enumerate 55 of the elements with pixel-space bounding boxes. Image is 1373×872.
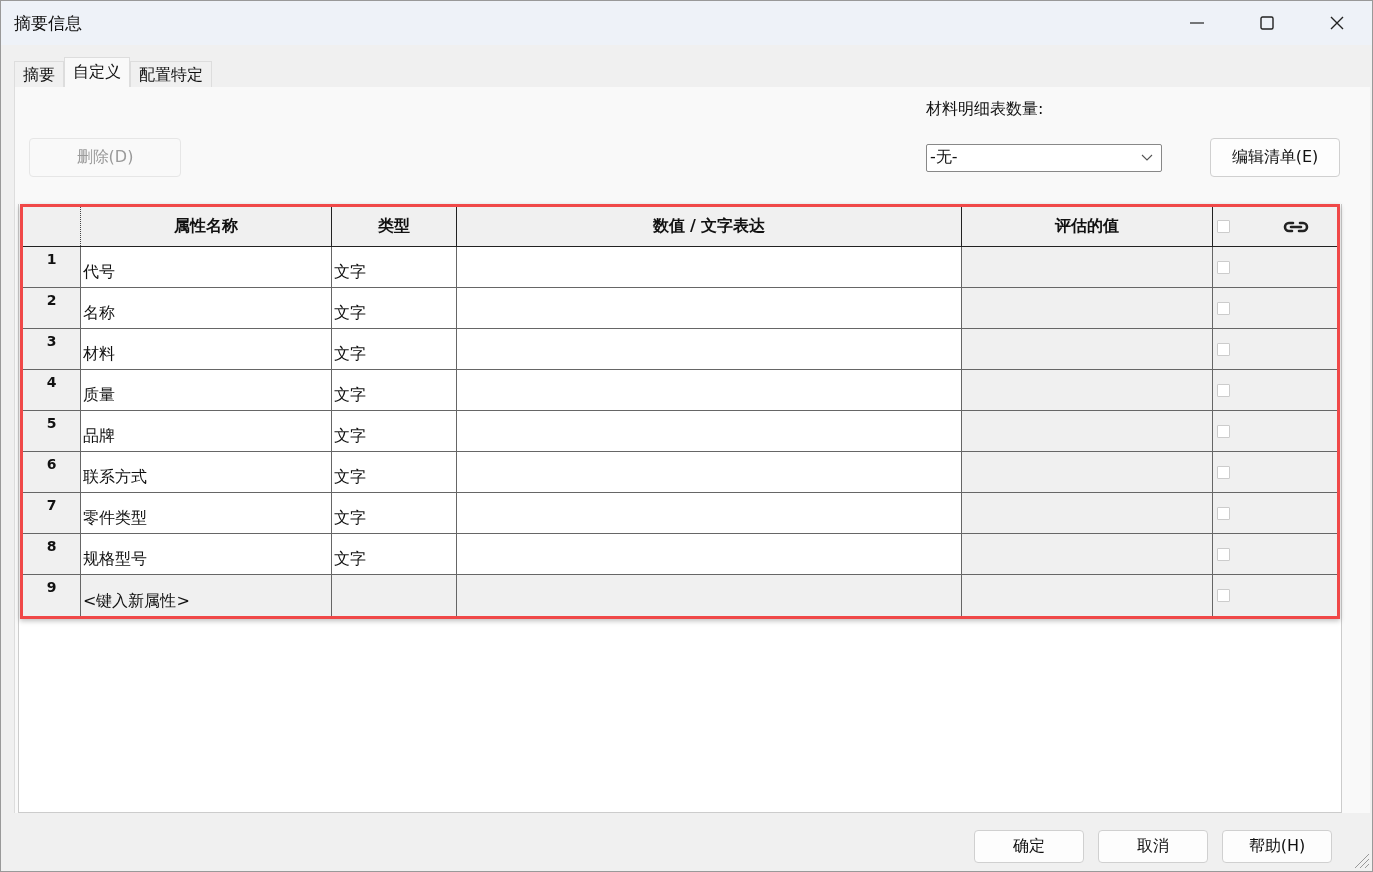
checkbox[interactable] bbox=[1217, 589, 1230, 602]
checkbox[interactable] bbox=[1217, 301, 1230, 315]
tab[interactable]: 摘要 bbox=[14, 61, 64, 87]
table-cell[interactable]: 文字 bbox=[332, 534, 457, 574]
table-cell[interactable]: 文字 bbox=[332, 288, 457, 328]
table-cell[interactable]: 文字 bbox=[332, 247, 457, 287]
row-number: 3 bbox=[23, 329, 81, 369]
checkbox[interactable] bbox=[1217, 424, 1230, 438]
table-cell[interactable]: 零件类型 bbox=[81, 493, 332, 533]
table-cell[interactable]: <键入新属性> bbox=[81, 575, 332, 616]
table-cell[interactable]: 质量 bbox=[81, 370, 332, 410]
bom-quantity-dropdown[interactable]: -无- bbox=[926, 143, 1162, 172]
column-header: 属性名称 bbox=[81, 207, 332, 246]
table-cell[interactable]: 联系方式 bbox=[81, 452, 332, 492]
checkbox[interactable] bbox=[1217, 506, 1230, 520]
dialog-button[interactable]: 确定 bbox=[974, 829, 1084, 863]
dialog-button[interactable]: 取消 bbox=[1098, 829, 1208, 863]
row-number: 5 bbox=[23, 411, 81, 451]
bom-quantity-label: 材料明细表数量: bbox=[926, 99, 1045, 120]
window-title: 摘要信息 bbox=[14, 11, 82, 35]
tab[interactable]: 自定义 bbox=[64, 57, 130, 87]
table-cell[interactable] bbox=[332, 575, 457, 616]
checkbox[interactable] bbox=[1217, 383, 1230, 397]
tab[interactable]: 配置特定 bbox=[130, 61, 212, 87]
corner-cell bbox=[23, 207, 81, 246]
table-cell[interactable] bbox=[457, 575, 962, 616]
caret-icon bbox=[1141, 154, 1153, 161]
row-number: 8 bbox=[23, 534, 81, 574]
checkbox[interactable] bbox=[1217, 260, 1230, 274]
checkbox[interactable] bbox=[1217, 547, 1230, 561]
column-header: 类型 bbox=[332, 207, 457, 246]
checkbox[interactable] bbox=[1217, 465, 1230, 479]
row-number: 4 bbox=[23, 370, 81, 410]
row-number: 1 bbox=[23, 247, 81, 287]
table-cell[interactable]: 名称 bbox=[81, 288, 332, 328]
checkbox[interactable] bbox=[1217, 220, 1230, 233]
row-number: 2 bbox=[23, 288, 81, 328]
dialog-button[interactable]: 帮助(H) bbox=[1222, 829, 1332, 863]
row-number: 9 bbox=[23, 575, 81, 616]
table-cell[interactable]: 文字 bbox=[332, 493, 457, 533]
checkbox[interactable] bbox=[1217, 342, 1230, 356]
row-number: 7 bbox=[23, 493, 81, 533]
column-header: 数值 / 文字表达 bbox=[457, 207, 962, 246]
column-header: 评估的值 bbox=[962, 207, 1213, 246]
link-icon bbox=[1282, 219, 1310, 234]
table-cell[interactable]: 文字 bbox=[332, 370, 457, 410]
edit-list-button[interactable]: 编辑清单(E) bbox=[1210, 138, 1340, 177]
table-cell[interactable]: 代号 bbox=[81, 247, 332, 287]
table-cell[interactable]: 文字 bbox=[332, 452, 457, 492]
table-cell[interactable]: 规格型号 bbox=[81, 534, 332, 574]
table-cell[interactable]: 文字 bbox=[332, 329, 457, 369]
row-number: 6 bbox=[23, 452, 81, 492]
table-cell[interactable]: 材料 bbox=[81, 329, 332, 369]
table-cell[interactable]: 文字 bbox=[332, 411, 457, 451]
table-cell[interactable]: 品牌 bbox=[81, 411, 332, 451]
